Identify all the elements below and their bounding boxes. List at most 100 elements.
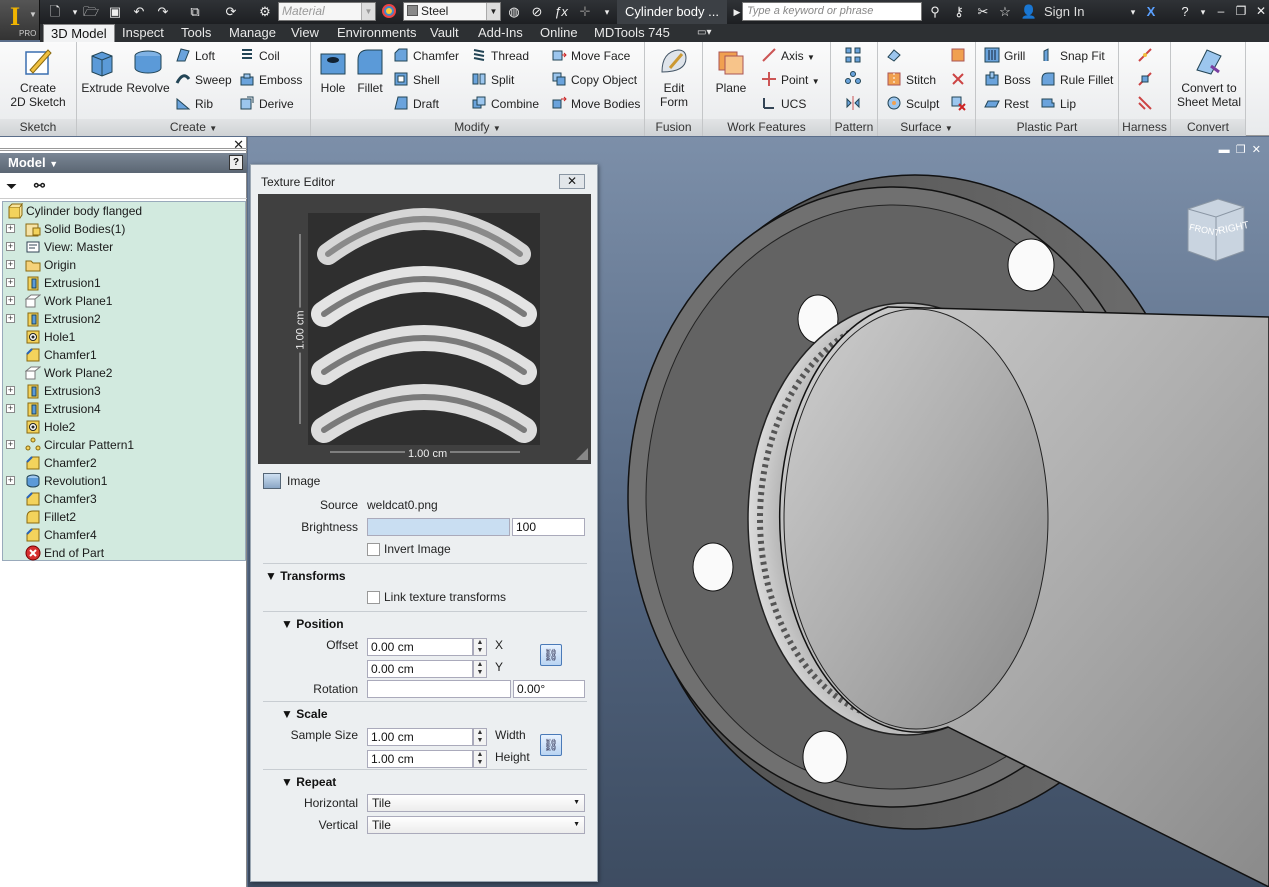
brightness-slider[interactable] (367, 518, 510, 536)
close-icon[interactable]: ✕ (1252, 3, 1269, 19)
tree-item[interactable]: Work Plane2 (3, 364, 243, 382)
tree-item[interactable]: Hole1 (3, 328, 243, 346)
emboss-button[interactable]: Emboss (239, 70, 302, 90)
tree-item[interactable]: + View: Master (3, 238, 243, 256)
convert-to-sheet-metal-button[interactable]: Convert to Sheet Metal (1173, 46, 1245, 109)
mirror-button[interactable] (845, 94, 865, 114)
coil-button[interactable]: Coil (239, 46, 280, 66)
move-bodies-button[interactable]: Move Bodies (551, 94, 640, 114)
expand-icon[interactable]: + (6, 242, 15, 251)
copy-icon[interactable]: ⧉ (186, 3, 204, 21)
appearance-color-icon[interactable] (380, 3, 398, 21)
width-stepper[interactable]: ▲ ▼ (473, 728, 487, 746)
chevron-down-icon[interactable]: ▾ (598, 3, 616, 21)
view-cube[interactable]: FRONT RIGHT (1180, 195, 1250, 265)
expand-icon[interactable]: + (6, 386, 15, 395)
offset-x-stepper[interactable]: ▲ ▼ (473, 638, 487, 656)
help-icon[interactable]: ? (1176, 3, 1194, 21)
tree-item[interactable]: + Extrusion3 (3, 382, 243, 400)
scale-section[interactable]: ▼ Scale (281, 707, 328, 721)
new-icon[interactable]: 🗋 (46, 3, 64, 21)
create-2d-sketch-button[interactable]: Create 2D Sketch (6, 46, 70, 109)
close-icon[interactable]: ✕ (233, 137, 244, 153)
draft-button[interactable]: Draft (393, 94, 439, 114)
rotation-slider[interactable] (367, 680, 511, 698)
offset-x-input[interactable]: 0.00 cm (367, 638, 473, 656)
tab-tools[interactable]: Tools (174, 24, 218, 42)
rib-button[interactable]: Rib (175, 94, 213, 114)
width-input[interactable]: 1.00 cm (367, 728, 473, 746)
tab-add-ins[interactable]: Add-Ins (471, 24, 530, 42)
tab-view[interactable]: View (284, 24, 326, 42)
minimize-icon[interactable]: – (1212, 3, 1230, 19)
loft-button[interactable]: Loft (175, 46, 215, 66)
revolve-button[interactable]: Revolve (125, 46, 171, 95)
plane-button[interactable]: Plane (709, 46, 753, 95)
repeat-section[interactable]: ▼ Repeat (281, 775, 336, 789)
tab-vault[interactable]: Vault (423, 24, 466, 42)
delete-face-button[interactable] (950, 94, 970, 114)
boss-button[interactable]: Boss (984, 70, 1031, 90)
panel-title-surface[interactable]: Surface ▼ (878, 119, 975, 136)
offset-y-input[interactable]: 0.00 cm (367, 660, 473, 678)
rule-fillet-button[interactable]: Rule Fillet (1040, 70, 1113, 90)
tree-root-item[interactable]: Cylinder body flanged (3, 202, 243, 220)
user-icon[interactable]: 👤 (1020, 3, 1038, 21)
close-button[interactable]: ✕ (559, 174, 585, 189)
tab-mdtools[interactable]: MDTools 745 (587, 24, 677, 42)
split-button[interactable]: Split (471, 70, 514, 90)
brightness-input[interactable]: 100 (512, 518, 585, 536)
expand-icon[interactable]: + (6, 278, 15, 287)
fx-parameters-icon[interactable]: ƒx (552, 3, 570, 21)
link-offset-button[interactable]: ⛓ (540, 644, 562, 666)
browser-header[interactable]: Model ▼ ? (0, 153, 247, 173)
vertical-repeat-select[interactable]: Tile ▼ (367, 816, 585, 834)
tree-item[interactable]: Chamfer2 (3, 454, 243, 472)
tree-item[interactable]: Fillet2 (3, 508, 243, 526)
edit-form-button[interactable]: Edit Form (651, 46, 697, 109)
thicken-button[interactable] (950, 46, 970, 66)
shell-button[interactable]: Shell (393, 70, 440, 90)
tree-item[interactable]: + Revolution1 (3, 472, 243, 490)
tree-item[interactable]: Chamfer4 (3, 526, 243, 544)
ucs-button[interactable]: UCS (761, 94, 806, 114)
chevron-down-icon[interactable]: ▾ (1124, 3, 1142, 21)
help-icon[interactable]: ? (229, 155, 243, 170)
expand-icon[interactable]: + (6, 260, 15, 269)
sculpt-button[interactable]: Sculpt (886, 94, 939, 114)
tab-inspect[interactable]: Inspect (115, 24, 171, 42)
rotation-input[interactable]: 0.00° (513, 680, 585, 698)
tab-manage[interactable]: Manage (222, 24, 283, 42)
star-icon[interactable]: ☆ (996, 3, 1014, 21)
update-icon[interactable]: ⟳ (222, 3, 240, 21)
offset-y-stepper[interactable]: ▲ ▼ (473, 660, 487, 678)
source-value[interactable]: weldcat0.png (367, 498, 438, 512)
tab-online[interactable]: Online (533, 24, 585, 42)
patch-button[interactable] (886, 46, 906, 66)
application-menu-button[interactable]: I ▼ PRO (0, 0, 40, 40)
transforms-section[interactable]: ▼ Transforms (265, 569, 346, 583)
tab-environments[interactable]: Environments (330, 24, 423, 42)
clear-appearance-icon[interactable]: ⊘ (528, 3, 546, 21)
thread-button[interactable]: Thread (471, 46, 529, 66)
link-scale-button[interactable]: ⛓ (540, 734, 562, 756)
harness-tool-3-button[interactable] (1137, 94, 1157, 114)
tree-item[interactable]: + Extrusion4 (3, 400, 243, 418)
rectangular-pattern-button[interactable] (845, 46, 865, 66)
redo-icon[interactable]: ↷ (154, 3, 172, 21)
tree-item[interactable]: + Work Plane1 (3, 292, 243, 310)
settings-icon[interactable]: ⚙ (256, 3, 274, 21)
horizontal-repeat-select[interactable]: Tile ▼ (367, 794, 585, 812)
tools-icon[interactable]: ✂ (974, 3, 992, 21)
search-input[interactable]: Type a keyword or phrase (742, 2, 922, 21)
position-section[interactable]: ▼ Position (281, 617, 344, 631)
harness-tool-1-button[interactable] (1137, 46, 1157, 66)
panel-title-create[interactable]: Create ▼ (77, 119, 310, 136)
tree-item[interactable]: + Origin (3, 256, 243, 274)
binoculars-icon[interactable]: ⚲ (926, 3, 944, 21)
snap-fit-button[interactable]: Snap Fit (1040, 46, 1105, 66)
move-face-button[interactable]: Move Face (551, 46, 630, 66)
expand-icon[interactable]: + (6, 404, 15, 413)
resize-grip-icon[interactable] (576, 448, 588, 460)
stitch-button[interactable]: Stitch (886, 70, 936, 90)
